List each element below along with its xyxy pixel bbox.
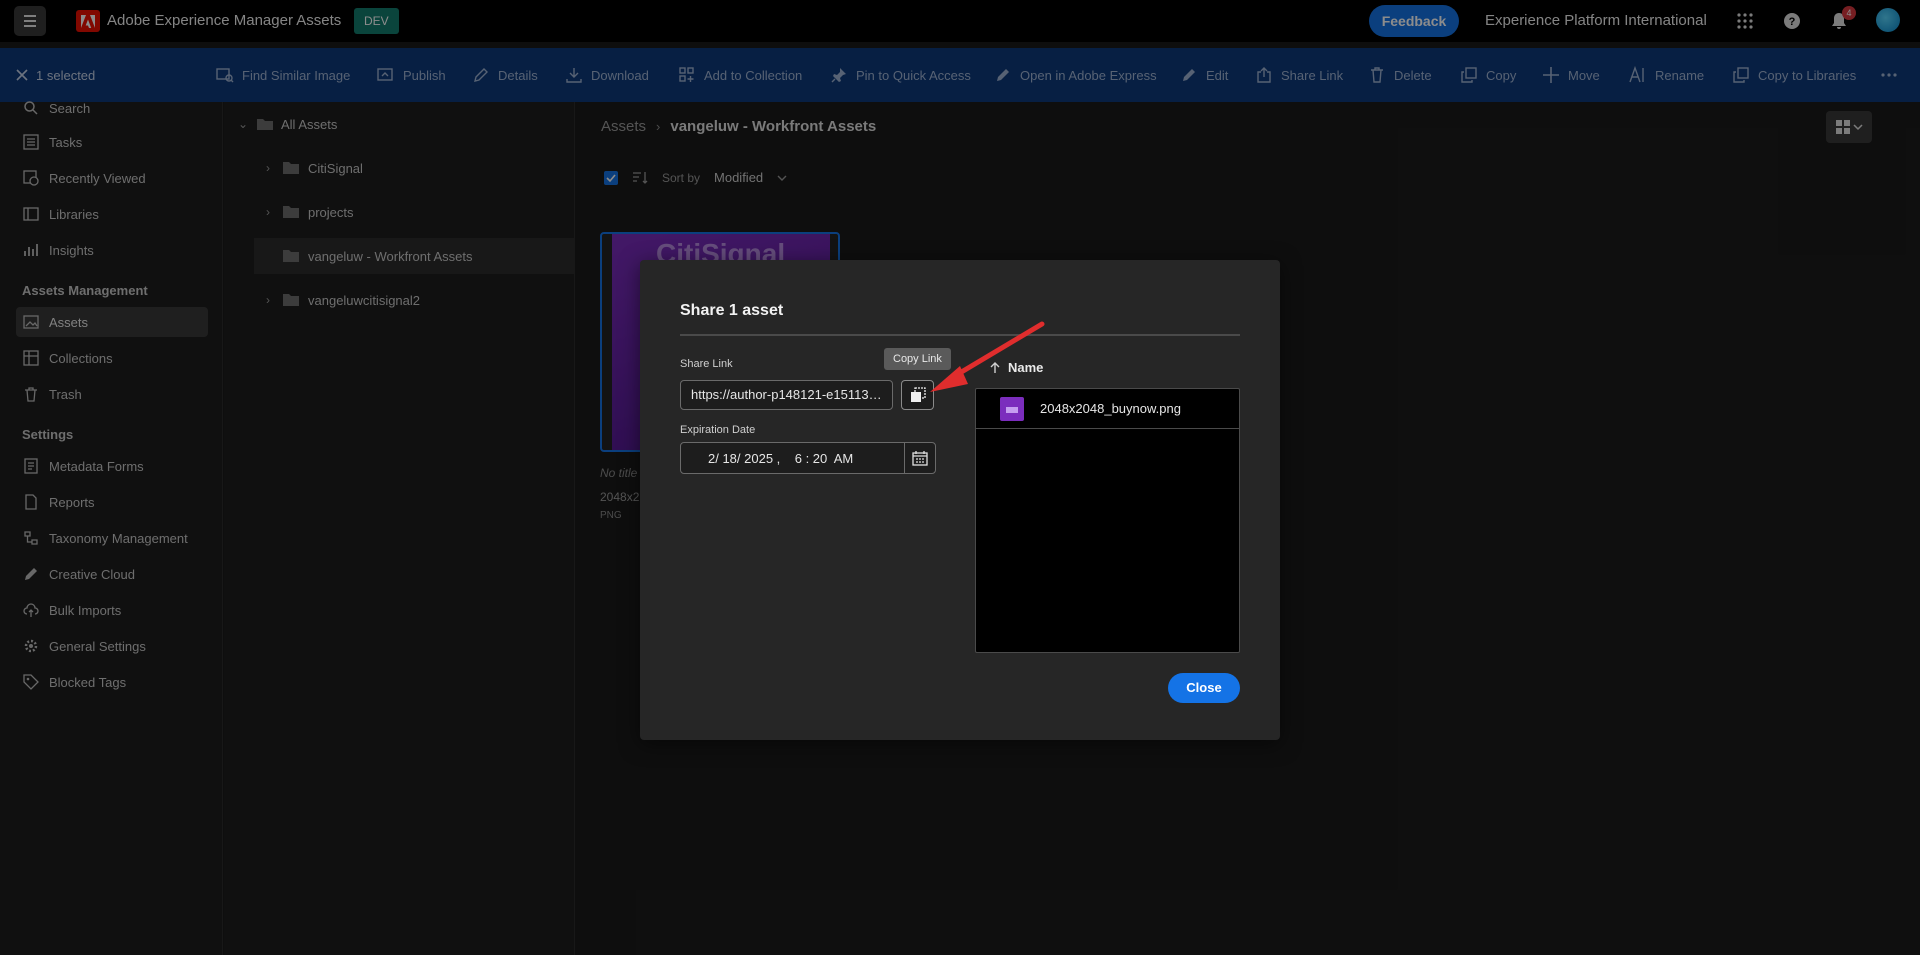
shared-assets-list: 2048x2048_buynow.png — [975, 388, 1240, 653]
share-link-field[interactable]: https://author-p148121-e151139... — [680, 380, 893, 410]
expiration-date-field[interactable]: 2/ 18/ 2025 , 6 : 20 AM — [680, 442, 936, 474]
annotation-arrow-icon — [930, 321, 1045, 392]
calendar-button[interactable] — [904, 443, 935, 473]
expiration-date-value[interactable]: 2/ 18/ 2025 , 6 : 20 AM — [708, 451, 853, 466]
share-link-label: Share Link — [680, 358, 733, 370]
dialog-title: Share 1 asset — [680, 302, 784, 319]
close-button[interactable]: Close — [1168, 673, 1240, 703]
expiration-date-label: Expiration Date — [680, 424, 756, 436]
calendar-icon — [912, 451, 928, 466]
file-thumbnail — [1000, 397, 1024, 421]
file-name: 2048x2048_buynow.png — [1040, 401, 1181, 416]
